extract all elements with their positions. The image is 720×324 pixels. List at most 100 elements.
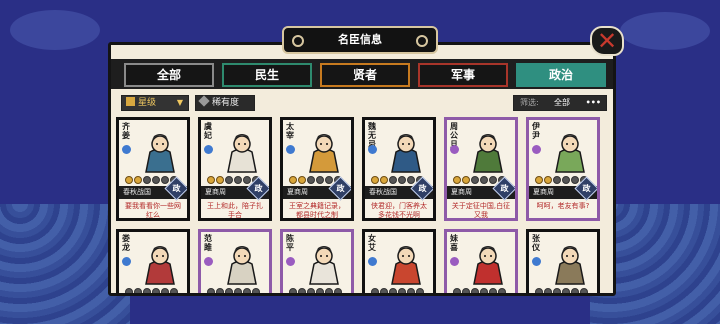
seal-icon [450,257,459,266]
minister-card[interactable]: 魏无忌春秋战国政侠君迎，门客养太多花钱不光啊 [362,117,436,221]
rank-star-icon [471,288,479,293]
rarity-sort-button[interactable]: 稀有度 [195,95,255,111]
star-rank-dropdown[interactable]: 星级 ▼ [121,95,189,111]
rarity-label: 稀有度 [212,98,240,108]
rank-star-icon [389,176,397,184]
minister-portrait [391,246,421,285]
badge-label: 政 [172,184,181,193]
minister-quote: 侠君迎，门客养太多花钱不光啊 [371,202,427,219]
category-tabs: 全部 民生 贤者 军事 政治 [124,63,606,87]
rank-star-icon [407,288,415,293]
rank-star-icon [289,288,297,293]
rank-star-icon [498,288,506,293]
rank-star-icon [325,176,333,184]
minister-name: 妹喜 [450,234,458,252]
star-rank-label: 星级 [138,98,157,108]
rank-star-icon [535,288,543,293]
rank-star-icon [334,288,342,293]
close-button[interactable]: ✕ [590,26,624,56]
diamond-icon [198,95,210,107]
rank-stars [207,288,260,293]
minister-name: 伊尹 [532,122,540,140]
minister-portrait [145,246,175,285]
minister-card[interactable]: 太宰 夏商周政王室之典籍记录，都县时代之制 [280,117,354,221]
rank-star-icon [143,288,151,293]
tab-sage[interactable]: 贤者 [320,63,410,87]
rank-stars [289,288,342,293]
rank-star-icon [407,176,415,184]
rank-star-icon [580,288,588,293]
minister-card[interactable]: 虞妃 夏商周政王上和此，陪子扎手合 [198,117,272,221]
rank-star-icon [252,288,260,293]
minister-portrait [473,246,503,285]
badge-label: 政 [418,184,427,193]
minister-name: 齐姜 [122,122,130,140]
rank-stars [453,288,506,293]
minister-card[interactable]: 妹喜 [444,229,518,293]
rank-star-icon [453,176,461,184]
minister-portrait [309,134,339,173]
minister-card[interactable]: 女艾 [362,229,436,293]
minister-portrait [555,246,585,285]
rank-star-icon [462,288,470,293]
rank-stars [125,288,178,293]
rank-star-icon [371,288,379,293]
minister-card[interactable]: 娄龙 [116,229,190,293]
rank-star-icon [371,176,379,184]
minister-card[interactable]: 张仪 [526,229,600,293]
rank-star-icon [489,288,497,293]
minister-quote: 王室之典籍记录，都县时代之制 [289,202,345,219]
rank-star-icon [207,288,215,293]
seal-icon [368,257,377,266]
minister-grid: 齐姜 春秋战国政要我看看你一些网红么 虞妃 夏商周政王上和此，陪子扎手合 太宰 夏商周政王… [116,117,612,293]
rank-star-icon [225,288,233,293]
seal-icon [368,145,377,154]
minister-quote: 呵呵，老友有事? [536,202,590,210]
tab-military[interactable]: 军事 [418,63,508,87]
rank-star-icon [398,176,406,184]
rank-star-icon [535,176,543,184]
rank-star-icon [234,288,242,293]
rank-star-icon [553,176,561,184]
rank-star-icon [225,176,233,184]
rank-star-icon [489,176,497,184]
rank-star-icon [480,176,488,184]
minister-portrait [391,134,421,173]
filter-bar: 星级 ▼ 稀有度 筛选: 全部 ••• [121,95,607,113]
badge-label: 政 [336,184,345,193]
minister-portrait [555,134,585,173]
minister-card[interactable]: 齐姜 春秋战国政要我看看你一些网红么 [116,117,190,221]
rank-stars [535,288,588,293]
rank-star-icon [571,288,579,293]
filter-value: 全部 [554,98,570,107]
tab-livelihood[interactable]: 民生 [222,63,312,87]
badge-label: 政 [582,184,591,193]
more-options-icon[interactable]: ••• [586,96,601,110]
rank-star-icon [289,176,297,184]
tab-all[interactable]: 全部 [124,63,214,87]
rank-star-icon [380,288,388,293]
minister-card[interactable]: 陈平 [280,229,354,293]
filter-dropdown[interactable]: 筛选: 全部 ••• [513,95,607,111]
minister-card[interactable]: 周公旦夏商周政关于定征中国,白征又我 [444,117,518,221]
minister-name: 女艾 [368,234,376,252]
rank-star-icon [562,176,570,184]
rank-star-icon [161,176,169,184]
minister-name: 陈平 [286,234,294,252]
rank-star-icon [298,288,306,293]
seal-icon [204,257,213,266]
minister-name: 虞妃 [204,122,212,140]
minister-name: 张仪 [532,234,540,252]
rank-star-icon [152,176,160,184]
seal-icon [450,145,459,154]
filter-label: 筛选: [520,98,539,107]
rank-star-icon [316,176,324,184]
rank-star-icon [562,288,570,293]
rank-star-icon [170,288,178,293]
seal-icon [122,145,131,154]
minister-card[interactable]: 伊尹 夏商周政呵呵，老友有事? [526,117,600,221]
rank-star-icon [216,176,224,184]
tab-politics[interactable]: 政治 [516,63,606,87]
minister-card[interactable]: 范雎 [198,229,272,293]
seal-icon [532,145,541,154]
